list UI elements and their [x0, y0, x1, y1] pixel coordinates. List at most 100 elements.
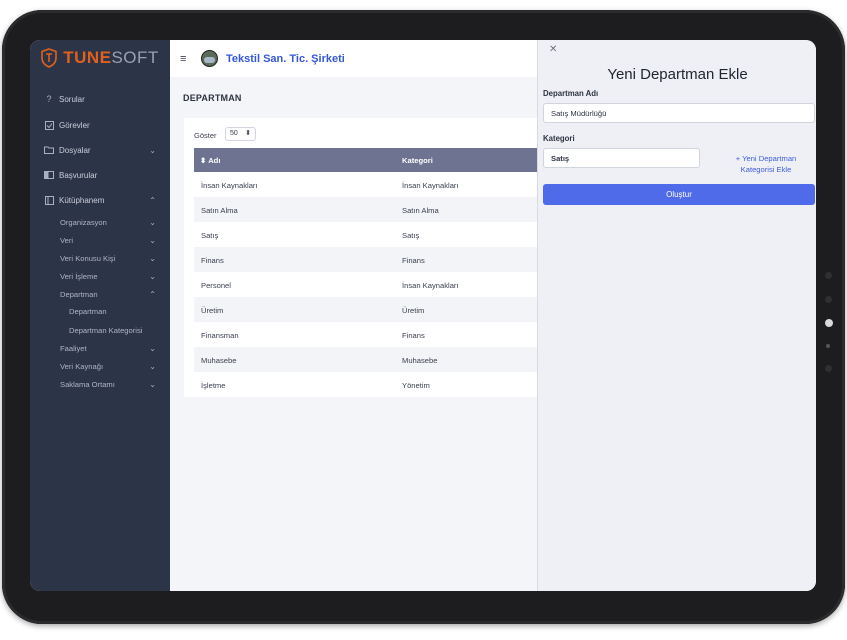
cell-category: Yönetim — [402, 381, 430, 390]
cell-name: Finansman — [201, 331, 239, 340]
cell-category: Finans — [402, 256, 425, 265]
company-avatar[interactable] — [201, 50, 218, 67]
cell-category: İnsan Kaynakları — [402, 281, 459, 290]
sidebar-sub-organizasyon[interactable]: Organizasyon ⌄ — [60, 214, 170, 230]
sidebar-item-label: Dosyalar — [59, 145, 91, 155]
book-open-icon — [42, 171, 56, 179]
sidebar-item-label: Görevler — [59, 120, 90, 130]
checklist-icon — [42, 120, 56, 130]
chevron-down-icon: ⌄ — [149, 379, 156, 389]
table-row[interactable]: Personel İnsan Kaynakları — [194, 272, 537, 297]
close-icon[interactable]: ✕ — [549, 44, 557, 55]
sensor-dot — [825, 365, 832, 372]
table-row[interactable]: Muhasebe Muhasebe — [194, 347, 537, 372]
camera-lens — [825, 319, 833, 327]
department-name-label: Departman Adı — [543, 89, 599, 98]
chevron-down-icon: ⌄ — [149, 145, 156, 155]
cell-category: Satın Alma — [402, 206, 439, 215]
sidebar-sub-label: Veri Kaynağı — [60, 361, 104, 371]
sidebar-sub-label: Saklama Ortamı — [60, 379, 115, 389]
chevron-down-icon: ⌄ — [149, 253, 156, 263]
sidebar-sub-veri-konusu-kisi[interactable]: Veri Konusu Kişi ⌄ — [60, 250, 170, 266]
cell-name: İnsan Kaynakları — [201, 181, 258, 190]
sidebar-item-label: Başvurular — [59, 170, 98, 180]
cell-category: İnsan Kaynakları — [402, 181, 459, 190]
page-size-select[interactable]: 50 ⬍ — [225, 127, 256, 141]
sidebar-sub-label: Faaliyet — [60, 343, 87, 353]
sidebar-item-sorular[interactable]: ? Sorular — [30, 89, 170, 109]
chevron-down-icon: ⌄ — [149, 217, 156, 227]
book-icon — [42, 195, 56, 205]
table-row[interactable]: Üretim Üretim — [194, 297, 537, 322]
topbar: ≡ Tekstil San. Tic. Şirketi — [170, 40, 537, 77]
department-name-input[interactable]: Satış Müdürlüğü — [543, 103, 815, 123]
page-title: DEPARTMAN — [183, 93, 242, 103]
department-name-value: Satış Müdürlüğü — [551, 108, 607, 118]
sidebar-link-label: Departman — [69, 306, 107, 316]
cell-name: Satış — [201, 231, 219, 240]
sidebar-item-label: Sorular — [59, 94, 85, 104]
sensor-dot — [825, 272, 832, 279]
chevron-up-icon: ⌃ — [149, 289, 156, 299]
chevron-up-icon: ⌃ — [149, 195, 156, 205]
table-row[interactable]: Finansman Finans — [194, 322, 537, 347]
sidebar-item-kutuphanem[interactable]: Kütüphanem ⌃ — [30, 190, 170, 210]
cell-category: Muhasebe — [402, 356, 438, 365]
create-button[interactable]: Oluştur — [543, 184, 815, 205]
cell-name: Üretim — [201, 306, 224, 315]
sidebar-sub-veri[interactable]: Veri ⌄ — [60, 232, 170, 248]
add-category-line: Kategorisi Ekle — [740, 165, 792, 174]
sidebar-item-label: Kütüphanem — [59, 195, 105, 205]
chevron-down-icon: ⌄ — [149, 361, 156, 371]
cell-name: Finans — [201, 256, 224, 265]
chevron-down-icon: ⌄ — [149, 235, 156, 245]
sensor-dot — [826, 344, 830, 348]
chevron-down-icon: ⌄ — [149, 271, 156, 281]
sidebar-sub-label: Veri Konusu Kişi — [60, 253, 116, 263]
shield-logo-icon — [41, 48, 57, 68]
table-row[interactable]: Finans Finans — [194, 247, 537, 272]
sidebar-sub-faaliyet[interactable]: Faaliyet ⌄ — [60, 340, 170, 356]
add-category-link[interactable]: + Yeni Departman Kategorisi Ekle — [720, 153, 812, 175]
sidebar-sub-saklama-ortami[interactable]: Saklama Ortamı ⌄ — [60, 376, 170, 392]
table-row[interactable]: Satış Satış — [194, 222, 537, 247]
cell-category: Üretim — [402, 306, 425, 315]
sensor-dot — [825, 296, 832, 303]
table-row[interactable]: İnsan Kaynakları İnsan Kaynakları — [194, 172, 537, 197]
table-row[interactable]: Satın Alma Satın Alma — [194, 197, 537, 222]
sidebar-sub-veri-isleme[interactable]: Veri İşleme ⌄ — [60, 268, 170, 284]
company-name[interactable]: Tekstil San. Tic. Şirketi — [226, 53, 345, 65]
page-size-label: Göster — [194, 131, 217, 140]
panel-title: Yeni Departman Ekle — [607, 66, 748, 83]
sidebar-sub-veri-kaynagi[interactable]: Veri Kaynağı ⌄ — [60, 358, 170, 374]
main-content: ≡ Tekstil San. Tic. Şirketi DEPARTMAN Gö… — [170, 40, 537, 591]
sidebar-item-basvurular[interactable]: Başvurular — [30, 165, 170, 185]
sidebar-item-gorevler[interactable]: Görevler — [30, 115, 170, 135]
sidebar-sub-label: Veri İşleme — [60, 271, 98, 281]
chevron-down-icon: ⌄ — [149, 343, 156, 353]
new-department-panel: ✕ Yeni Departman Ekle Departman Adı Satı… — [537, 40, 816, 591]
category-select[interactable]: Satış — [543, 148, 700, 168]
sidebar: TUNESOFT ? Sorular Görevler Dosyalar ⌄ B… — [30, 40, 170, 591]
category-label: Kategori — [543, 134, 575, 143]
sidebar-link-departman[interactable]: Departman — [69, 303, 170, 319]
table-row[interactable]: İşletme Yönetim — [194, 372, 537, 397]
sidebar-sub-label: Veri — [60, 235, 74, 245]
table-header: ⬍ Adı Kategori — [194, 148, 537, 172]
sidebar-sub-label: Organizasyon — [60, 217, 107, 227]
app-screen: TUNESOFT ? Sorular Görevler Dosyalar ⌄ B… — [30, 40, 816, 591]
sidebar-link-departman-kategorisi[interactable]: Departman Kategorisi — [69, 322, 170, 338]
brand-logo[interactable]: TUNESOFT — [30, 40, 170, 76]
column-header-category[interactable]: Kategori — [402, 156, 433, 165]
sidebar-sub-departman[interactable]: Departman ⌃ — [60, 286, 170, 302]
column-header-name[interactable]: ⬍ Adı — [200, 156, 220, 165]
brand-name: TUNESOFT — [63, 48, 159, 67]
category-value: Satış — [551, 153, 570, 163]
select-arrows-icon: ⬍ — [245, 130, 251, 137]
cell-name: Muhasebe — [201, 356, 237, 365]
sort-icon: ⬍ — [200, 156, 207, 165]
sidebar-item-dosyalar[interactable]: Dosyalar ⌄ — [30, 140, 170, 160]
question-icon: ? — [46, 94, 52, 104]
folder-icon — [42, 146, 56, 154]
hamburger-menu-icon[interactable]: ≡ — [180, 53, 190, 65]
